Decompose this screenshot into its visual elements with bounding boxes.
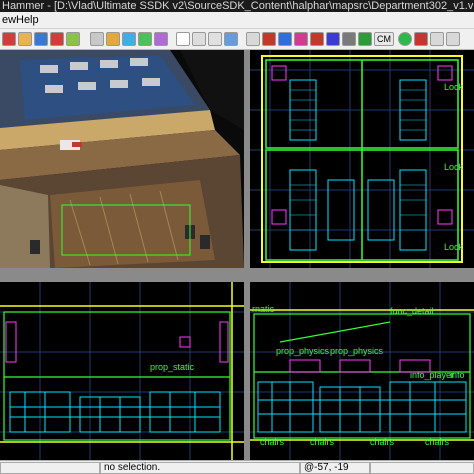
- vertex-icon[interactable]: [246, 32, 260, 46]
- block-tool-icon[interactable]: [154, 32, 168, 46]
- toolbar: CM: [0, 29, 474, 50]
- cordon-button[interactable]: CM: [374, 32, 394, 46]
- side-view-label: prop_physics: [276, 346, 330, 356]
- window-title: Hammer - [D:\Vlad\Ultimate SSDK v2\Sourc…: [0, 0, 474, 12]
- menu-help[interactable]: Help: [16, 14, 39, 26]
- horizontal-splitter[interactable]: [0, 268, 474, 282]
- overlay-icon[interactable]: [208, 32, 222, 46]
- status-selection: no selection.: [100, 462, 300, 474]
- menu-bar: ew Help: [0, 12, 474, 29]
- help-icon[interactable]: [446, 32, 460, 46]
- side-view-label: rnatic: [252, 304, 275, 314]
- hide-icon[interactable]: [294, 32, 308, 46]
- side-view-label: chairs: [425, 437, 450, 447]
- status-empty: [0, 462, 100, 474]
- compile-icon[interactable]: [398, 32, 412, 46]
- status-bar: no selection. @-57, -19: [0, 460, 474, 474]
- decal-icon[interactable]: [192, 32, 206, 46]
- side-view-label: info: [450, 370, 465, 380]
- front-view-label: prop_static: [150, 362, 195, 372]
- grid-icon[interactable]: [310, 32, 324, 46]
- new-icon[interactable]: [2, 32, 16, 46]
- texture-browser-icon[interactable]: [66, 32, 80, 46]
- ungroup-icon[interactable]: [278, 32, 292, 46]
- texture-lock-icon[interactable]: [358, 32, 372, 46]
- clip-icon[interactable]: [224, 32, 238, 46]
- menu-view[interactable]: ew: [2, 14, 16, 26]
- entity-tool-icon[interactable]: [138, 32, 152, 46]
- snap-icon[interactable]: [326, 32, 340, 46]
- top-view-label: Lock: [444, 82, 464, 92]
- selection-icon[interactable]: [90, 32, 104, 46]
- top-view-label: Lock: [444, 162, 464, 172]
- camera-icon[interactable]: [122, 32, 136, 46]
- side-view-label: chairs: [370, 437, 395, 447]
- run-map-icon[interactable]: [50, 32, 64, 46]
- side-2d-view[interactable]: rnatic func_detail prop_physics prop_phy…: [250, 282, 474, 460]
- side-view-label: prop_physics: [330, 346, 384, 356]
- front-2d-view[interactable]: prop_static: [0, 282, 244, 460]
- side-view-label: func_detail: [390, 306, 434, 316]
- top-2d-view[interactable]: Lock Lock Lock: [250, 50, 474, 268]
- side-view-label: chairs: [310, 437, 335, 447]
- status-coordinates: @-57, -19: [300, 462, 370, 474]
- side-view-label: chairs: [260, 437, 285, 447]
- texture-apply-icon[interactable]: [176, 32, 190, 46]
- open-icon[interactable]: [18, 32, 32, 46]
- options-icon[interactable]: [430, 32, 444, 46]
- group-icon[interactable]: [262, 32, 276, 46]
- top-view-label: Lock: [444, 242, 464, 252]
- save-icon[interactable]: [34, 32, 48, 46]
- camera-3d-view[interactable]: [0, 50, 244, 268]
- magnify-icon[interactable]: [106, 32, 120, 46]
- side-view-label: info_player: [410, 370, 454, 380]
- run-icon[interactable]: [414, 32, 428, 46]
- carve-icon[interactable]: [342, 32, 356, 46]
- status-extra: [370, 462, 474, 474]
